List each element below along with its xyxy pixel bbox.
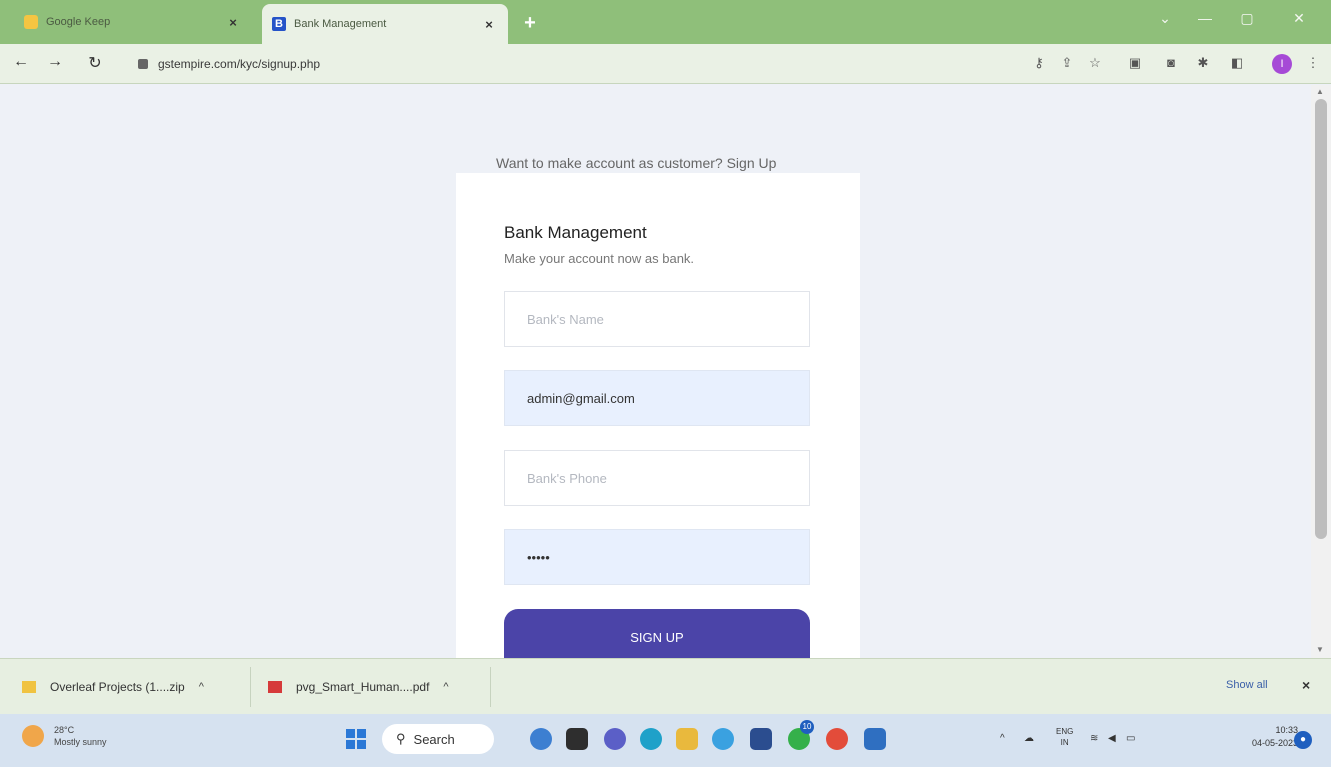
zip-file-icon bbox=[22, 681, 36, 693]
weather-temperature: 28°C bbox=[54, 725, 75, 735]
download-filename: Overleaf Projects (1....zip bbox=[50, 680, 185, 694]
browser-tab-strip: Google Keep × B Bank Management × + ⌄ — … bbox=[0, 0, 1331, 44]
volume-icon[interactable]: ◀ bbox=[1108, 733, 1116, 744]
download-item[interactable]: pvg_Smart_Human....pdf ^ bbox=[268, 677, 449, 697]
password-input[interactable] bbox=[504, 529, 810, 585]
divider bbox=[250, 667, 251, 707]
profile-avatar[interactable]: I bbox=[1272, 54, 1292, 74]
wifi-icon[interactable]: ≋ bbox=[1090, 733, 1098, 744]
window-close-icon[interactable]: ✕ bbox=[1284, 10, 1314, 27]
extensions-puzzle-icon[interactable]: ✱ bbox=[1194, 55, 1212, 71]
divider bbox=[490, 667, 491, 707]
bank-name-input[interactable] bbox=[504, 291, 810, 347]
downloads-bar: Overleaf Projects (1....zip ^ pvg_Smart_… bbox=[0, 658, 1331, 714]
bing-icon[interactable] bbox=[530, 728, 552, 750]
sun-weather-icon bbox=[22, 725, 44, 747]
pdf-file-icon bbox=[268, 681, 282, 693]
page-viewport: Want to make account as customer? Sign U… bbox=[0, 85, 1311, 658]
notification-count-badge: 10 bbox=[800, 720, 814, 734]
cloud-icon[interactable]: ☁ bbox=[1024, 733, 1034, 744]
extension-icon[interactable]: ▣ bbox=[1126, 55, 1144, 71]
taskbar-search-label: Search bbox=[413, 731, 455, 747]
lock-icon bbox=[138, 59, 148, 69]
show-hidden-icons-chevron-icon[interactable]: ^ bbox=[1000, 733, 1005, 744]
system-clock[interactable]: 10:33 04-05-2023 bbox=[1252, 724, 1298, 750]
clock-date: 04-05-2023 bbox=[1252, 738, 1299, 748]
tab-google-keep[interactable]: Google Keep × bbox=[14, 6, 252, 38]
close-downloads-icon[interactable]: × bbox=[1302, 677, 1310, 693]
customer-signup-link[interactable]: Want to make account as customer? Sign U… bbox=[496, 155, 776, 171]
scroll-down-arrow-icon[interactable]: ▼ bbox=[1316, 645, 1324, 654]
url-text: gstempire.com/kyc/signup.php bbox=[158, 57, 321, 71]
clock-time: 10:33 bbox=[1275, 725, 1299, 735]
extension-icon[interactable]: ◙ bbox=[1162, 55, 1180, 70]
scroll-up-arrow-icon[interactable]: ▲ bbox=[1316, 87, 1324, 96]
language-indicator[interactable]: ENG IN bbox=[1056, 726, 1073, 748]
region-code: IN bbox=[1060, 738, 1069, 747]
email-input[interactable] bbox=[504, 370, 810, 426]
browser-menu-icon[interactable]: ⋮ bbox=[1304, 55, 1322, 71]
back-arrow-icon[interactable]: ← bbox=[10, 53, 32, 71]
outlook-icon[interactable] bbox=[864, 728, 886, 750]
tab-close-icon[interactable]: × bbox=[480, 17, 498, 32]
scrollbar-thumb[interactable] bbox=[1315, 99, 1327, 539]
browser-toolbar: ← → ↻ gstempire.com/kyc/signup.php ⚷ ⇪ ☆… bbox=[0, 44, 1331, 84]
file-explorer-icon[interactable] bbox=[676, 728, 698, 750]
notification-center-icon[interactable]: ● bbox=[1294, 731, 1312, 749]
bookmark-star-icon[interactable]: ☆ bbox=[1086, 55, 1104, 71]
taskbar-search-box[interactable]: ⚲ Search bbox=[382, 724, 494, 754]
windows-start-icon[interactable] bbox=[346, 729, 366, 749]
page-scrollbar[interactable]: ▲ ▼ bbox=[1311, 85, 1331, 658]
chevron-up-icon[interactable]: ^ bbox=[199, 681, 204, 693]
edge-browser-icon[interactable] bbox=[640, 728, 662, 750]
reload-icon[interactable]: ↻ bbox=[84, 53, 106, 73]
signup-card: Bank Management Make your account now as… bbox=[456, 173, 860, 658]
share-icon[interactable]: ⇪ bbox=[1058, 55, 1076, 71]
download-item[interactable]: Overleaf Projects (1....zip ^ bbox=[22, 677, 204, 697]
chrome-browser-icon[interactable] bbox=[826, 728, 848, 750]
language-code: ENG bbox=[1056, 727, 1074, 736]
search-icon: ⚲ bbox=[396, 731, 406, 746]
sign-up-button[interactable]: SIGN UP bbox=[504, 609, 810, 658]
tab-bank-management[interactable]: B Bank Management × bbox=[262, 4, 508, 44]
weather-widget[interactable]: 28°C Mostly sunny bbox=[22, 724, 107, 748]
show-all-downloads-link[interactable]: Show all bbox=[1226, 679, 1268, 691]
tab-title: Bank Management bbox=[294, 18, 387, 30]
google-keep-icon bbox=[24, 15, 38, 29]
bank-phone-input[interactable] bbox=[504, 450, 810, 506]
minimize-icon[interactable]: — bbox=[1190, 10, 1220, 26]
windows-taskbar: 28°C Mostly sunny ⚲ Search 10 ^ ☁ ENG IN… bbox=[0, 714, 1331, 767]
tab-search-chevron-icon[interactable]: ⌄ bbox=[1150, 10, 1180, 27]
forward-arrow-icon[interactable]: → bbox=[44, 53, 66, 71]
card-subtitle: Make your account now as bank. bbox=[504, 251, 695, 266]
chevron-up-icon[interactable]: ^ bbox=[443, 681, 448, 693]
download-filename: pvg_Smart_Human....pdf bbox=[296, 680, 430, 694]
store-icon[interactable] bbox=[750, 728, 772, 750]
tab-close-icon[interactable]: × bbox=[224, 15, 242, 30]
app-icon[interactable] bbox=[712, 728, 734, 750]
tab-title: Google Keep bbox=[46, 16, 111, 28]
address-bar[interactable]: gstempire.com/kyc/signup.php bbox=[138, 50, 1008, 78]
task-view-icon[interactable] bbox=[566, 728, 588, 750]
new-tab-button[interactable]: + bbox=[518, 12, 542, 36]
card-title: Bank Management bbox=[504, 223, 647, 242]
side-panel-icon[interactable]: ◧ bbox=[1228, 55, 1246, 71]
weather-condition: Mostly sunny bbox=[54, 737, 107, 747]
battery-icon[interactable]: ▭ bbox=[1126, 733, 1135, 744]
chat-icon[interactable] bbox=[604, 728, 626, 750]
maximize-icon[interactable]: ▢ bbox=[1232, 10, 1262, 27]
bank-logo-icon: B bbox=[272, 17, 286, 31]
key-icon[interactable]: ⚷ bbox=[1030, 55, 1048, 71]
